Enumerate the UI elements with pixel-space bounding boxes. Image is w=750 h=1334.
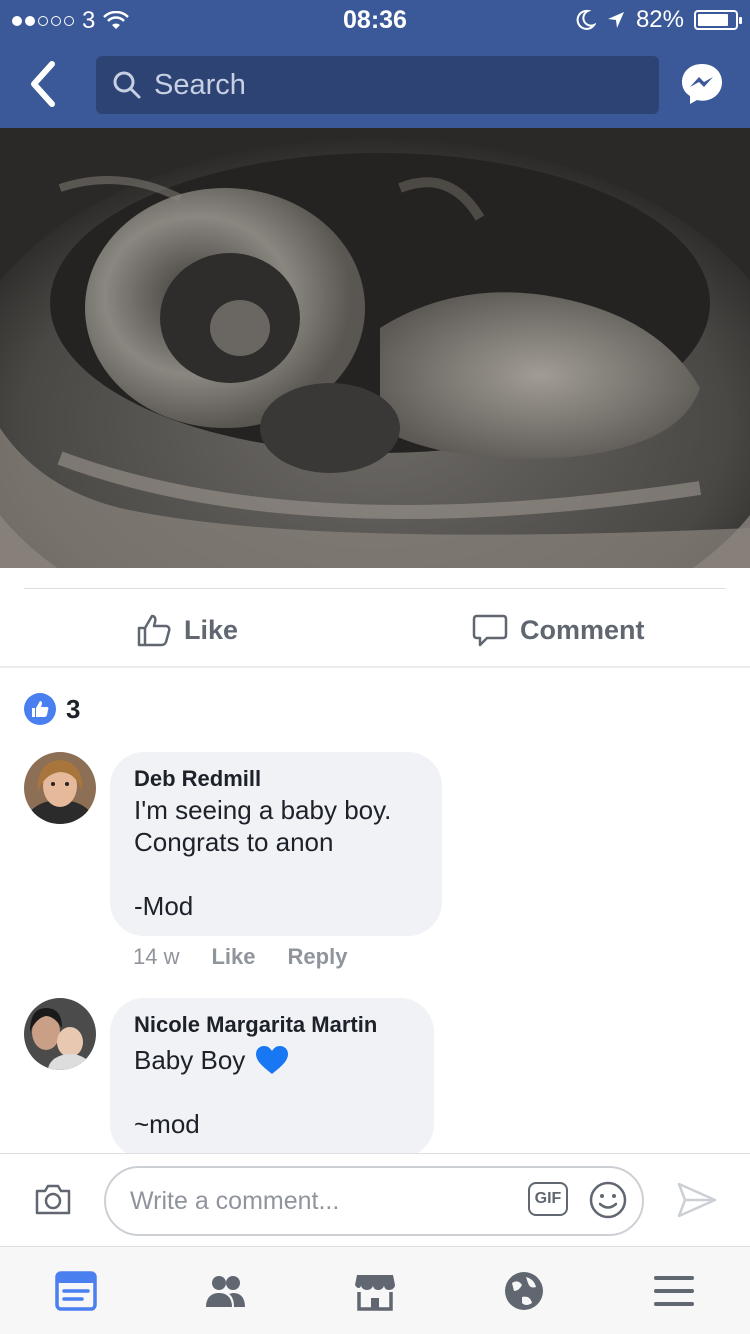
search-placeholder: Search	[154, 68, 246, 101]
search-input[interactable]: Search	[96, 56, 659, 114]
comment-author[interactable]: Deb Redmill	[134, 766, 418, 792]
comment-button[interactable]: Comment	[472, 612, 645, 648]
reaction-summary[interactable]: 3	[24, 693, 80, 725]
comment-time: 14 w	[133, 944, 180, 969]
navigation-bar: Search	[0, 40, 750, 128]
like-reaction-icon	[24, 693, 56, 725]
marketplace-tab-icon[interactable]	[353, 1269, 397, 1313]
top-header: 3 08:36 82% Search	[0, 0, 750, 128]
comment-like-link[interactable]: Like	[211, 944, 255, 970]
battery-icon	[694, 10, 742, 30]
news-feed-tab-icon[interactable]	[54, 1269, 98, 1313]
comment-bubble[interactable]: Deb Redmill I'm seeing a baby boy. Congr…	[110, 752, 442, 936]
status-bar: 3 08:36 82%	[0, 0, 750, 40]
avatar[interactable]	[24, 998, 96, 1070]
status-right: 82%	[576, 6, 742, 34]
avatar[interactable]	[24, 752, 96, 824]
comment-reply-link[interactable]: Reply	[288, 944, 348, 970]
comment-placeholder: Write a comment...	[130, 1186, 340, 1215]
comment-text-line: Baby Boy	[134, 1044, 410, 1076]
gif-button[interactable]: GIF	[528, 1182, 568, 1216]
comment-composer: Write a comment... GIF	[0, 1153, 750, 1247]
divider	[24, 588, 726, 589]
friends-tab-icon[interactable]	[203, 1269, 247, 1313]
camera-icon[interactable]	[34, 1182, 72, 1216]
ultrasound-photo[interactable]	[0, 128, 750, 568]
messenger-icon[interactable]	[680, 62, 724, 106]
blue-heart-icon	[256, 1046, 289, 1074]
ultrasound-image	[0, 128, 750, 568]
comment-signature: ~mod	[134, 1109, 200, 1139]
thumbs-up-icon	[137, 614, 171, 647]
battery-fill	[698, 14, 728, 26]
comment-text: I'm seeing a baby boy. Congrats to anon …	[134, 795, 392, 921]
battery-percent: 82%	[635, 6, 684, 33]
menu-hamburger-icon[interactable]	[652, 1269, 696, 1313]
sticker-smiley-icon[interactable]	[588, 1180, 628, 1220]
search-icon	[113, 71, 141, 99]
do-not-disturb-moon-icon	[576, 9, 596, 30]
send-icon[interactable]	[676, 1180, 718, 1220]
comment-label: Comment	[520, 614, 645, 645]
comment-meta: 14 w Like Reply	[133, 944, 347, 970]
comment-text: Baby Boy	[134, 1045, 246, 1075]
location-arrow-icon	[607, 12, 624, 28]
like-label: Like	[184, 614, 239, 645]
like-button[interactable]: Like	[136, 612, 238, 648]
post-actions: Like Comment	[0, 590, 750, 668]
reaction-count: 3	[66, 693, 81, 724]
comment-bubble-icon	[472, 614, 508, 647]
comment-author[interactable]: Nicole Margarita Martin	[134, 1012, 410, 1038]
bottom-tab-bar	[0, 1247, 750, 1334]
back-chevron-icon[interactable]	[22, 58, 66, 110]
comment-bubble[interactable]: Nicole Margarita Martin Baby Boy ~mod	[110, 998, 434, 1158]
notifications-globe-tab-icon[interactable]	[502, 1269, 546, 1313]
